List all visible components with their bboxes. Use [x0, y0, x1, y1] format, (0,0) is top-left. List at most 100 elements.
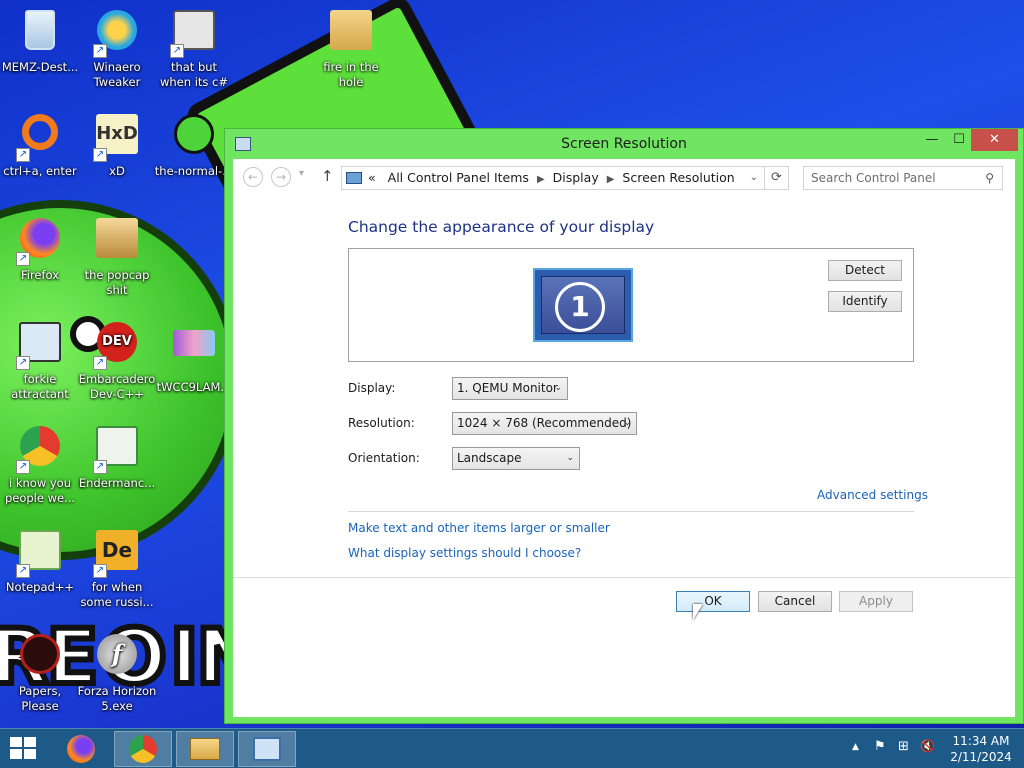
orientation-select[interactable]: Landscape ⌄: [452, 447, 580, 470]
cancel-button[interactable]: Cancel: [758, 591, 832, 612]
taskbar-firefox[interactable]: [52, 731, 110, 767]
notepad-plus-plus-icon: ↗: [16, 530, 64, 578]
orientation-select-value: Landscape: [457, 451, 522, 465]
popcap-icon: [93, 218, 141, 266]
breadcrumb-screen-resolution[interactable]: Screen Resolution: [622, 170, 734, 185]
system-clock[interactable]: 11:34 AM 2/11/2024: [948, 733, 1014, 765]
maximize-button[interactable]: ☐: [944, 129, 974, 151]
refresh-button[interactable]: ⟳: [765, 166, 789, 190]
network-icon[interactable]: ⊞: [898, 739, 909, 754]
desktop-icon-papers-please[interactable]: Papers, Please: [0, 630, 80, 714]
control-panel-icon: [346, 172, 362, 184]
chrome-icon: [129, 735, 157, 763]
desktop-icon-ctrl-a[interactable]: ↗ ctrl+a, enter: [0, 110, 80, 179]
resolution-select-value: 1024 × 768 (Recommended): [457, 416, 632, 430]
volume-muted-icon[interactable]: 🔇: [920, 739, 935, 753]
chevron-down-icon: ⌄: [554, 383, 562, 393]
taskbar-file-explorer[interactable]: [176, 731, 234, 767]
desktop-icon-xd[interactable]: HxD ↗ xD: [77, 110, 157, 179]
de-icon: De ↗: [93, 530, 141, 578]
hxd-icon: HxD ↗: [93, 114, 141, 162]
firefox-icon: ↗: [16, 218, 64, 266]
breadcrumb-all-control-panel-items[interactable]: All Control Panel Items: [388, 170, 529, 185]
up-button[interactable]: ↑: [321, 167, 334, 185]
recycle-bin-icon: [16, 10, 64, 58]
desktop-icon-memz[interactable]: MEMZ-Dest...: [0, 6, 80, 75]
navigation-bar: ← → ▾ ↑ « All Control Panel Items ▶ Displa…: [233, 159, 1015, 199]
show-hidden-icons-button[interactable]: ▲: [852, 742, 859, 752]
taskbar: ▲ ⚑ ⊞ 🔇 11:34 AM 2/11/2024: [0, 728, 1024, 768]
flash-icon: f: [93, 634, 141, 682]
monitor-gear-icon: ↗: [16, 322, 64, 370]
identify-button[interactable]: Identify: [828, 291, 902, 312]
firefox-icon: [67, 735, 95, 763]
desktop-icon-forza[interactable]: f Forza Horizon 5.exe: [77, 630, 157, 714]
desktop-icon-russian[interactable]: De ↗ for when some russi...: [77, 526, 157, 610]
desktop-icon-label: fire in the hole: [323, 60, 379, 89]
forward-button[interactable]: →: [271, 167, 291, 187]
back-button[interactable]: ←: [243, 167, 263, 187]
detect-button[interactable]: Detect: [828, 260, 902, 281]
screen-resolution-window: Screen Resolution — ☐ ✕ ← → ▾ ↑ « All Co…: [224, 128, 1024, 724]
breadcrumb-separator[interactable]: ▶: [537, 174, 545, 185]
green-face-icon: [170, 114, 218, 162]
mouse-cursor-icon: [693, 604, 703, 620]
ring-icon: ↗: [16, 114, 64, 162]
apply-button[interactable]: Apply: [839, 591, 913, 612]
monitor-1-icon[interactable]: 1: [533, 268, 633, 342]
footer-divider: [233, 577, 1015, 578]
page-heading: Change the appearance of your display: [348, 218, 655, 236]
desktop-icon-label: Winaero Tweaker: [93, 60, 141, 89]
minimize-button[interactable]: —: [917, 129, 947, 151]
action-center-flag-icon[interactable]: ⚑: [874, 739, 886, 754]
desktop-icon-chrome[interactable]: ↗ i know you people we...: [0, 422, 80, 506]
breadcrumb-separator[interactable]: ▶: [607, 174, 615, 185]
taskbar-control-panel[interactable]: [238, 731, 296, 767]
desktop-icon-label: that but when its c#: [159, 60, 229, 89]
desktop-icon-label: i know you people we...: [4, 476, 76, 505]
desktop-icon-devcpp[interactable]: DEV ↗ Embarcadero Dev-C++: [77, 318, 157, 402]
text-size-link[interactable]: Make text and other items larger or smal…: [348, 521, 610, 535]
desktop-icon-fire-in-the-hole[interactable]: fire in the hole: [311, 6, 391, 90]
windows-stack-icon: ↗: [170, 10, 218, 58]
desktop-icon-forkie[interactable]: ↗ forkie attractant: [0, 318, 80, 402]
desktop-icon-twcc[interactable]: tWCC9LAM...: [154, 318, 234, 395]
desktop-icon-winaero[interactable]: ↗ Winaero Tweaker: [77, 6, 157, 90]
desktop-icon-label: the-normal-...: [154, 164, 234, 178]
desktop-icon-label: xD: [109, 164, 125, 178]
desktop-icon-label: for when some russi...: [80, 580, 154, 609]
window-title: Screen Resolution: [561, 136, 687, 152]
papers-please-icon: [16, 634, 64, 682]
image-thumbnail-icon: [170, 330, 218, 378]
taskbar-chrome[interactable]: [114, 731, 172, 767]
monitor-number: 1: [555, 282, 605, 332]
resolution-label: Resolution:: [348, 416, 415, 430]
search-input[interactable]: Search Control Panel ⚲: [803, 166, 1003, 190]
ok-button[interactable]: OK: [676, 591, 750, 612]
desktop-icon-popcap[interactable]: the popcap shit: [77, 214, 157, 298]
desktop-icon-notepadpp[interactable]: ↗ Notepad++: [0, 526, 80, 595]
chevron-down-icon: ⌄: [623, 418, 631, 428]
display-help-link[interactable]: What display settings should I choose?: [348, 546, 581, 560]
desktop-icon-endermanch[interactable]: ↗ Endermanc...: [77, 422, 157, 491]
window-client-area: ← → ▾ ↑ « All Control Panel Items ▶ Displa…: [233, 159, 1015, 717]
desktop-icon-label: the popcap shit: [84, 268, 150, 297]
start-button[interactable]: [10, 737, 38, 761]
advanced-settings-link[interactable]: Advanced settings: [817, 488, 928, 502]
address-dropdown-icon[interactable]: ⌄: [750, 167, 758, 189]
search-icon[interactable]: ⚲: [985, 167, 994, 189]
close-button[interactable]: ✕: [971, 129, 1018, 151]
breadcrumb-display[interactable]: Display: [553, 170, 599, 185]
title-bar[interactable]: Screen Resolution — ☐ ✕: [225, 129, 1023, 159]
breadcrumb-prefix[interactable]: «: [368, 170, 376, 185]
desktop-icon-label: Endermanc...: [78, 476, 156, 490]
recent-locations-button[interactable]: ▾: [299, 168, 304, 179]
display-select[interactable]: 1. QEMU Monitor ⌄: [452, 377, 568, 400]
desktop-icon-label: forkie attractant: [11, 372, 69, 401]
desktop-icon-firefox[interactable]: ↗ Firefox: [0, 214, 80, 283]
desktop-icon-label: Forza Horizon 5.exe: [77, 684, 157, 713]
address-bar[interactable]: « All Control Panel Items ▶ Display ▶ Screen…: [341, 166, 765, 190]
desktop-icon-csharp[interactable]: ↗ that but when its c#: [154, 6, 234, 90]
desktop-icon-the-normal[interactable]: the-normal-...: [154, 110, 234, 179]
resolution-select[interactable]: 1024 × 768 (Recommended) ⌄: [452, 412, 637, 435]
